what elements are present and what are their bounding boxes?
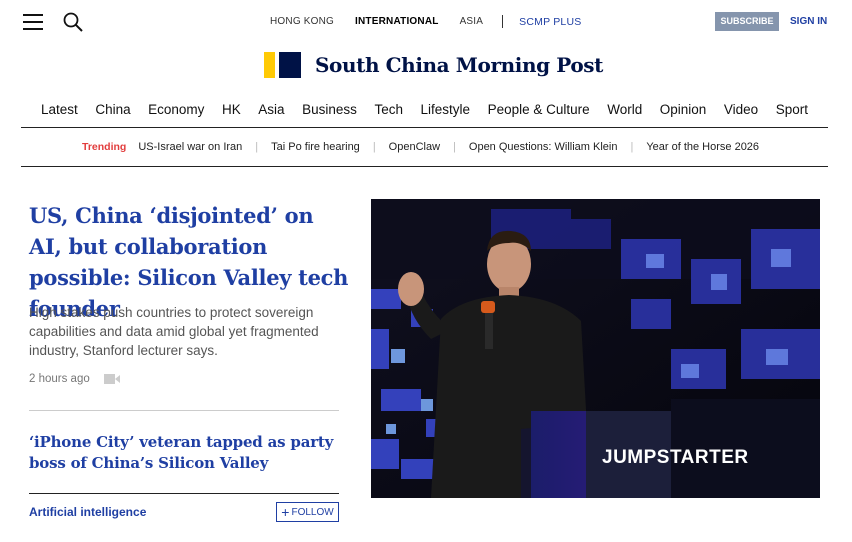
trending-divider: | <box>255 141 259 153</box>
podium-logo-text: JUMPSTARTER <box>602 447 749 468</box>
lead-story-summary: High stakes push countries to protect so… <box>29 305 319 358</box>
edition-asia[interactable]: ASIA <box>460 16 484 27</box>
nav-item-sport[interactable]: Sport <box>776 102 808 127</box>
nav-item-china[interactable]: China <box>95 102 130 127</box>
trending-divider: | <box>453 141 456 153</box>
follow-label: FOLLOW <box>291 506 334 518</box>
edition-divider <box>502 15 504 28</box>
menu-button[interactable] <box>23 14 43 30</box>
logo-text: South China Morning Post <box>315 53 603 77</box>
edition-international[interactable]: INTERNATIONAL <box>355 16 439 27</box>
speaker-photo: JUMPSTARTER <box>371 199 820 498</box>
follow-button[interactable]: + FOLLOW <box>276 502 339 522</box>
logo-navy-block <box>279 52 301 78</box>
edition-selector: HONG KONG INTERNATIONAL ASIA SCMP PLUS <box>270 15 581 28</box>
nav-item-business[interactable]: Business <box>302 102 357 127</box>
video-icon <box>103 374 120 384</box>
nav-item-latest[interactable]: Latest <box>41 102 78 127</box>
trending-divider: | <box>372 141 376 153</box>
nav-item-tech[interactable]: Tech <box>374 102 403 127</box>
menu-icon-line <box>23 21 43 23</box>
menu-icon-line <box>23 28 43 30</box>
trending-label: Trending <box>82 141 127 153</box>
trending-item[interactable]: Open Questions: William Klein <box>469 141 618 153</box>
sign-in-link[interactable]: SIGN IN <box>790 16 827 27</box>
trending-item[interactable]: US-Israel war on Iran <box>138 141 242 153</box>
nav-item-opinion[interactable]: Opinion <box>660 102 707 127</box>
nav-item-asia[interactable]: Asia <box>258 102 284 127</box>
publish-time: 2 hours ago <box>29 373 90 385</box>
nav-item-lifestyle[interactable]: Lifestyle <box>421 102 471 127</box>
search-icon <box>63 12 83 32</box>
trending-divider: | <box>630 141 634 153</box>
logo-yellow-block <box>264 52 275 78</box>
search-button[interactable] <box>62 11 84 33</box>
logo-mark-icon <box>264 52 301 78</box>
nav-item-video[interactable]: Video <box>724 102 758 127</box>
trending-bar: Trending US-Israel war on Iran | Tai Po … <box>21 128 828 167</box>
trending-item[interactable]: Year of the Horse 2026 <box>646 141 759 153</box>
menu-icon-line <box>23 14 43 16</box>
secondary-story-headline[interactable]: ‘iPhone City’ veteran tapped as party bo… <box>29 432 349 474</box>
scmp-plus-link[interactable]: SCMP PLUS <box>519 16 581 28</box>
story-divider <box>29 410 339 411</box>
topic-label[interactable]: Artificial intelligence <box>29 505 146 519</box>
site-logo[interactable]: South China Morning Post <box>264 52 603 78</box>
trending-item[interactable]: Tai Po fire hearing <box>271 141 360 153</box>
edition-hong-kong[interactable]: HONG KONG <box>270 16 334 27</box>
topic-divider <box>29 493 339 494</box>
lead-story-image[interactable]: JUMPSTARTER <box>371 199 820 498</box>
lead-story-meta: 2 hours ago <box>29 373 120 385</box>
section-nav: Latest China Economy HK Asia Business Te… <box>21 102 828 128</box>
trending-item[interactable]: OpenClaw <box>389 141 440 153</box>
nav-item-economy[interactable]: Economy <box>148 102 204 127</box>
top-bar: HONG KONG INTERNATIONAL ASIA SCMP PLUS S… <box>0 0 852 44</box>
subscribe-button[interactable]: SUBSCRIBE <box>715 12 779 31</box>
nav-item-hk[interactable]: HK <box>222 102 241 127</box>
plus-icon: + <box>281 504 290 520</box>
nav-item-world[interactable]: World <box>607 102 642 127</box>
nav-item-people-culture[interactable]: People & Culture <box>488 102 590 127</box>
